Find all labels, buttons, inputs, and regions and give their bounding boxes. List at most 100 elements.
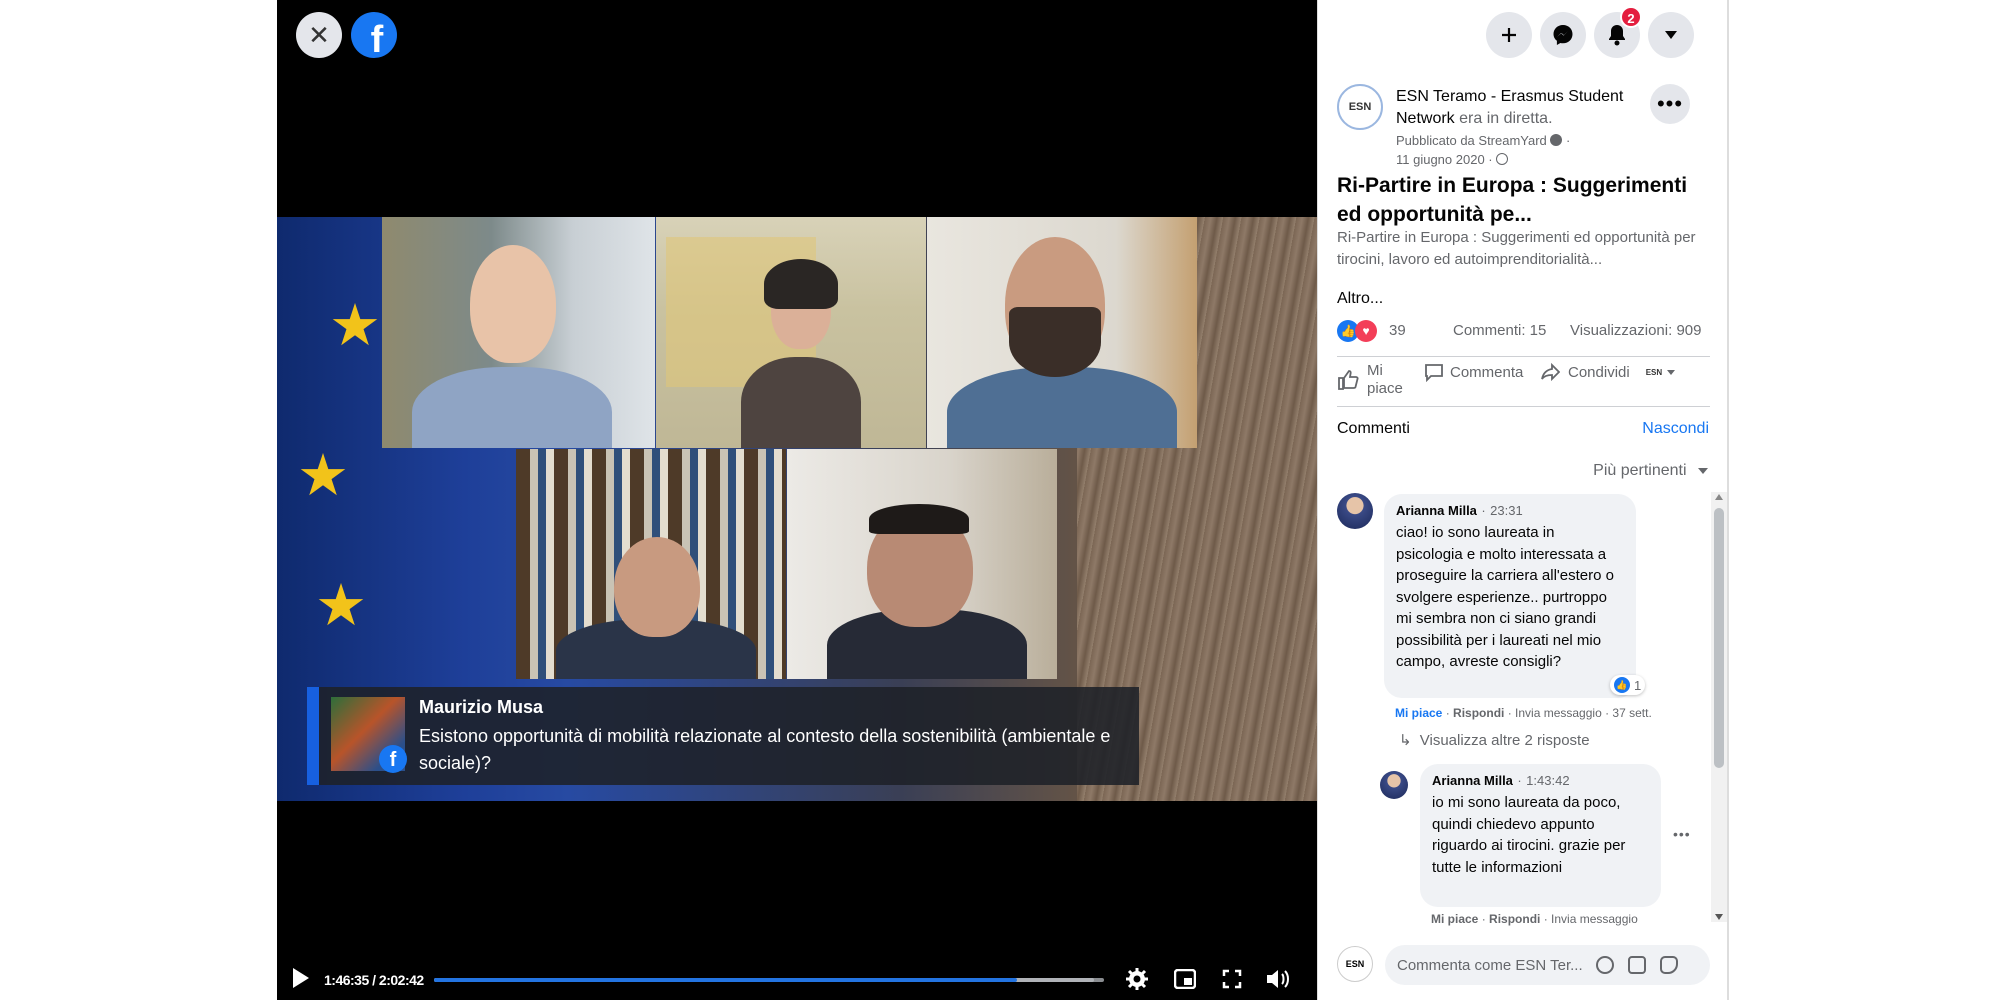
like-button[interactable]: Mi piace [1337, 362, 1417, 398]
create-button[interactable] [1486, 12, 1532, 58]
sticker-icon[interactable] [1660, 956, 1678, 974]
settings-icon[interactable] [1122, 964, 1152, 994]
commenter-avatar[interactable] [1380, 771, 1408, 799]
post-options-button[interactable]: ••• [1650, 84, 1690, 124]
like-reaction-icon: 👍 [1614, 677, 1630, 693]
comment-reply-link[interactable]: Rispondi [1453, 706, 1504, 720]
comment-options-button[interactable]: ••• [1673, 826, 1691, 842]
reactions-count[interactable]: 39 [1389, 322, 1406, 339]
comment-button[interactable]: Commenta [1424, 362, 1523, 382]
scroll-down-arrow-icon[interactable] [1715, 914, 1723, 920]
close-icon: ✕ [308, 20, 330, 50]
video-frame: ★ ★ ★ f Maurizio Musa Esistono opportuni… [277, 217, 1317, 801]
post-title: Ri-Partire in Europa : Suggerimenti ed o… [1337, 174, 1688, 226]
comment-icon [1425, 364, 1443, 382]
caret-down-icon [1698, 468, 1708, 474]
question-caption: f Maurizio Musa Esistono opportunità di … [307, 687, 1139, 785]
views-count: Visualizzazioni: 909 [1570, 322, 1702, 339]
participant-video-tile [927, 217, 1197, 448]
facebook-f-icon: f [370, 19, 384, 58]
top-nav: 2 [1318, 0, 1728, 68]
miniplayer-icon[interactable] [1170, 964, 1200, 994]
share-icon [1541, 362, 1560, 382]
comments-scrollbar[interactable] [1711, 492, 1727, 922]
page-avatar[interactable]: ESN [1337, 84, 1383, 130]
notifications-button[interactable]: 2 [1594, 6, 1642, 58]
page-avatar-text: ESN [1348, 101, 1372, 113]
close-button[interactable]: ✕ [296, 12, 342, 58]
facebook-badge-icon: f [379, 745, 407, 773]
comment-reactions[interactable]: 👍 1 [1610, 675, 1646, 695]
publish-info: Pubblicato da StreamYard · 11 giugno 202… [1396, 133, 1571, 167]
comments-count[interactable]: Commenti: 15 [1453, 322, 1546, 339]
comment-author[interactable]: Arianna Milla [1396, 503, 1477, 518]
globe-icon [1496, 153, 1509, 165]
video-player[interactable]: ✕ f ★ ★ ★ f Maurizio Musa Esistono oppor… [277, 0, 1317, 1000]
participant-video-tile [382, 217, 655, 448]
send-message-link[interactable]: Invia messaggio [1551, 912, 1638, 926]
composer-icons [1596, 956, 1678, 974]
post-author-line: ESN Teramo - Erasmus Student Network era… [1396, 86, 1626, 130]
comment-bubble: Arianna Milla · 1:43:42 io mi sono laure… [1420, 764, 1661, 907]
notification-count-badge: 2 [1620, 6, 1642, 28]
participant-video-tile [656, 217, 926, 448]
scroll-up-arrow-icon[interactable] [1715, 494, 1723, 500]
fullscreen-icon[interactable] [1217, 964, 1247, 994]
facebook-logo[interactable]: f [351, 12, 397, 58]
participant-video-tile [516, 449, 786, 679]
account-menu-button[interactable] [1648, 12, 1694, 58]
composer-avatar: ESN [1337, 946, 1373, 982]
thumbs-up-icon [1338, 370, 1359, 390]
comments-header: Commenti [1337, 420, 1410, 437]
view-more-replies[interactable]: ↳ Visualizza altre 2 risposte [1399, 731, 1590, 749]
comment-like-link[interactable]: Mi piace [1431, 912, 1478, 926]
published-by: Pubblicato da StreamYard [1396, 133, 1547, 148]
share-label: Condividi [1568, 363, 1630, 381]
comment-text: io mi sono laureata da poco, quindi chie… [1432, 794, 1626, 876]
scrollbar-thumb[interactable] [1714, 508, 1724, 768]
divider [1337, 356, 1710, 357]
comment-reply-link[interactable]: Rispondi [1489, 912, 1540, 926]
comment-like-link[interactable]: Mi piace [1395, 706, 1442, 720]
love-reaction-icon: ♥ [1355, 320, 1377, 342]
share-button[interactable]: Condividi ESN [1540, 362, 1676, 382]
plus-icon [1502, 28, 1516, 42]
playback-time: 1:46:35 / 2:02:42 [324, 972, 424, 988]
messenger-icon [1553, 25, 1573, 45]
sort-label: Più pertinenti [1593, 462, 1687, 479]
comment-text: ciao! io sono laureata in psicologia e m… [1396, 524, 1614, 670]
engagement-stats: 👍 ♥ 39 Commenti: 15 Visualizzazioni: 909 [1337, 318, 1710, 346]
participant-video-tile [787, 449, 1057, 679]
bell-icon [1609, 25, 1625, 46]
volume-icon[interactable] [1263, 964, 1293, 994]
caret-down-icon [1667, 369, 1676, 375]
comment-sort-dropdown[interactable]: Più pertinenti [1593, 462, 1709, 480]
caret-down-icon [1665, 31, 1677, 39]
more-dots-icon: ••• [1656, 91, 1684, 116]
play-icon[interactable] [293, 968, 309, 988]
commenter-avatar[interactable] [1337, 493, 1373, 529]
comment-timestamp[interactable]: 23:31 [1490, 503, 1523, 518]
info-icon [1550, 134, 1563, 146]
live-status: era in diretta. [1454, 110, 1553, 127]
caption-author: Maurizio Musa [419, 697, 544, 717]
see-more-link[interactable]: Altro... [1337, 290, 1383, 308]
comment-timestamp[interactable]: 1:43:42 [1526, 773, 1569, 788]
comment-age[interactable]: 37 sett. [1612, 706, 1651, 720]
post-date[interactable]: 11 giugno 2020 [1396, 152, 1485, 167]
comment-actions: Mi piace · Rispondi · Invia messaggio [1431, 912, 1638, 926]
send-message-link[interactable]: Invia messaggio [1515, 706, 1602, 720]
camera-icon[interactable] [1628, 956, 1646, 974]
page-scrollbar[interactable] [1727, 0, 1729, 1000]
video-controls: 1:46:35 / 2:02:42 [277, 964, 1317, 994]
progress-bar[interactable] [434, 978, 1104, 982]
divider [1337, 406, 1710, 407]
emoji-icon[interactable] [1596, 956, 1614, 974]
comment-author[interactable]: Arianna Milla [1432, 773, 1513, 788]
hide-comments-link[interactable]: Nascondi [1642, 420, 1709, 438]
comment-bubble: Arianna Milla · 23:31 ciao! io sono laur… [1384, 494, 1636, 698]
comment-reaction-count: 1 [1634, 677, 1642, 693]
reply-arrow-icon: ↳ [1399, 732, 1412, 749]
post-side-panel: 2 ESN ESN Teramo - Erasmus Student Netwo… [1317, 0, 1727, 1000]
messenger-button[interactable] [1540, 12, 1586, 58]
